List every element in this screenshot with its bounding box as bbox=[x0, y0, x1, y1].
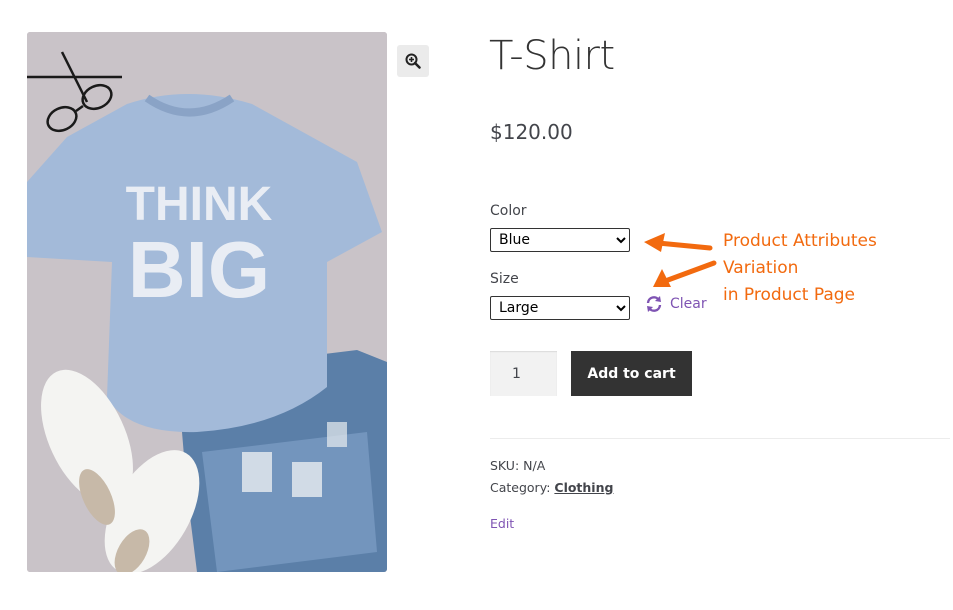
product-image[interactable]: THINK BIG bbox=[27, 32, 387, 572]
category-line: Category: Clothing bbox=[490, 480, 613, 495]
color-select[interactable]: Blue bbox=[490, 228, 630, 252]
size-select[interactable]: Large bbox=[490, 296, 630, 320]
edit-link[interactable]: Edit bbox=[490, 516, 514, 531]
zoom-button[interactable] bbox=[397, 45, 429, 77]
sku-value: N/A bbox=[523, 458, 546, 473]
quantity-input[interactable] bbox=[490, 351, 557, 396]
category-label: Category: bbox=[490, 480, 551, 495]
zoom-in-icon bbox=[405, 53, 421, 69]
shirt-print-think: THINK bbox=[126, 178, 273, 231]
annotation-line-1: Product Attributes Variation bbox=[723, 231, 877, 278]
sku-label: SKU: bbox=[490, 458, 520, 473]
annotation-text: Product Attributes Variation in Product … bbox=[723, 228, 953, 309]
product-photo: THINK BIG bbox=[27, 32, 387, 572]
divider bbox=[490, 438, 950, 439]
annotation-arrows bbox=[644, 233, 717, 287]
add-to-cart-button[interactable]: Add to cart bbox=[571, 351, 692, 396]
color-label: Color bbox=[490, 203, 527, 219]
annotation-line-2: in Product Page bbox=[723, 285, 856, 305]
product-price: $120.00 bbox=[490, 120, 573, 144]
product-title: T-Shirt bbox=[489, 33, 615, 79]
sku-line: SKU: N/A bbox=[490, 458, 545, 473]
category-link[interactable]: Clothing bbox=[554, 480, 613, 495]
size-label: Size bbox=[490, 271, 519, 287]
shirt-print-big: BIG bbox=[128, 225, 270, 314]
